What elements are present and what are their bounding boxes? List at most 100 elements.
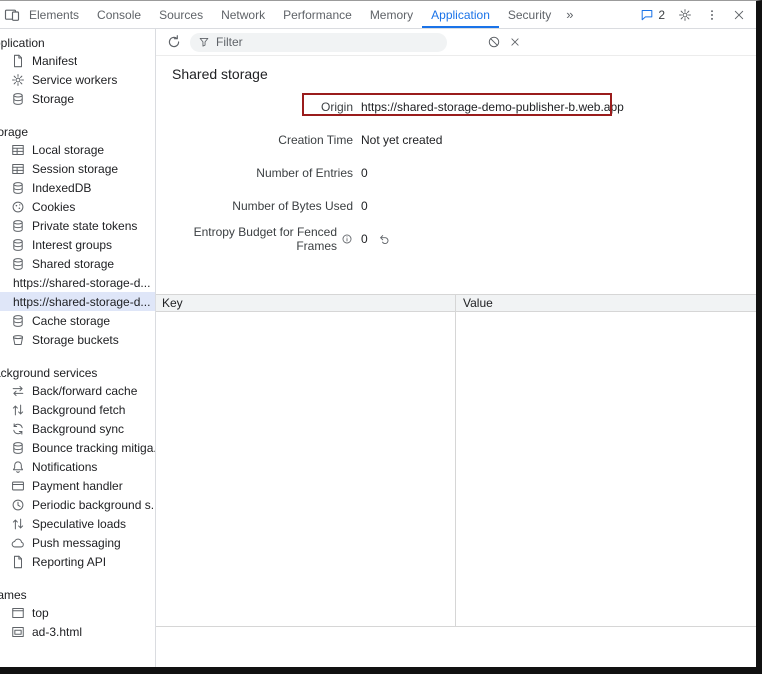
speculative-loads-icon: [11, 517, 25, 531]
sidebar-item-private-state-tokens[interactable]: Private state tokens: [0, 216, 155, 235]
sidebar-item-interest-groups[interactable]: Interest groups: [0, 235, 155, 254]
sidebar-item-label: Reporting API: [32, 555, 106, 569]
application-sidebar: Application Manifest Service workers Sto…: [0, 29, 156, 667]
shared-storage-icon: [11, 257, 25, 271]
tab-sources[interactable]: Sources: [150, 1, 212, 28]
tab-console[interactable]: Console: [88, 1, 150, 28]
background-sync-icon: [11, 422, 25, 436]
tab-application[interactable]: Application: [422, 1, 499, 28]
metadata-report: Origin https://shared-storage-demo-publi…: [156, 97, 756, 249]
sidebar-item-bounce-tracking[interactable]: Bounce tracking mitiga...: [0, 438, 155, 457]
tab-elements[interactable]: Elements: [20, 1, 88, 28]
sidebar-item-label: Speculative loads: [32, 517, 126, 531]
sidebar-item-local-storage[interactable]: Local storage: [0, 140, 155, 159]
section-frames: Frames top ad-3.html: [0, 587, 155, 641]
sidebar-item-label: top: [32, 606, 49, 620]
sidebar-item-shared-storage-origin-a[interactable]: https://shared-storage-d...: [0, 273, 155, 292]
sidebar-item-label: Session storage: [32, 162, 118, 176]
sidebar-item-payment-handler[interactable]: Payment handler: [0, 476, 155, 495]
reset-budget-icon[interactable]: [378, 233, 391, 246]
reporting-api-document-icon: [11, 555, 25, 569]
payment-handler-card-icon: [11, 479, 25, 493]
issues-count: 2: [658, 8, 665, 22]
iframe-icon: [11, 625, 25, 639]
sidebar-item-background-fetch[interactable]: Background fetch: [0, 400, 155, 419]
sidebar-item-reporting-api[interactable]: Reporting API: [0, 552, 155, 571]
metadata-label: Number of Entries: [156, 166, 353, 180]
tab-security[interactable]: Security: [499, 1, 560, 28]
filter-box[interactable]: [190, 33, 447, 52]
sidebar-item-storage[interactable]: Storage: [0, 89, 155, 108]
panel-tabs: Elements Console Sources Network Perform…: [20, 1, 579, 28]
sidebar-item-notifications[interactable]: Notifications: [0, 457, 155, 476]
sidebar-item-periodic-background-sync[interactable]: Periodic background s...: [0, 495, 155, 514]
sidebar-item-label: https://shared-storage-d...: [13, 295, 150, 309]
column-divider: [455, 312, 456, 626]
tab-memory[interactable]: Memory: [361, 1, 422, 28]
interest-groups-icon: [11, 238, 25, 252]
filter-funnel-icon: [198, 36, 210, 48]
sidebar-item-session-storage[interactable]: Session storage: [0, 159, 155, 178]
metadata-row-creation-time: Creation Time Not yet created: [156, 130, 756, 150]
sidebar-item-label: Notifications: [32, 460, 97, 474]
entropy-budget-label-text: Entropy Budget for Fenced Frames: [156, 225, 337, 253]
sidebar-item-label: Local storage: [32, 143, 104, 157]
sidebar-item-speculative-loads[interactable]: Speculative loads: [0, 514, 155, 533]
sidebar-item-cache-storage[interactable]: Cache storage: [0, 311, 155, 330]
sidebar-item-storage-buckets[interactable]: Storage buckets: [0, 330, 155, 349]
filter-input[interactable]: [216, 35, 416, 49]
bounce-tracking-icon: [11, 441, 25, 455]
local-storage-table-icon: [11, 143, 25, 157]
toggle-device-toolbar-icon[interactable]: [4, 7, 20, 23]
service-workers-gear-icon: [11, 73, 25, 87]
section-storage: Storage Local storage Session storage In…: [0, 124, 155, 349]
tab-performance[interactable]: Performance: [274, 1, 361, 28]
clear-all-icon[interactable]: [487, 35, 501, 49]
key-value-table: Key Value: [156, 294, 756, 627]
more-tabs-button[interactable]: »: [560, 1, 579, 28]
devtools-window: Elements Console Sources Network Perform…: [0, 0, 762, 674]
sidebar-item-service-workers[interactable]: Service workers: [0, 70, 155, 89]
sidebar-item-cookies[interactable]: Cookies: [0, 197, 155, 216]
number-of-entries-value: 0: [361, 166, 368, 180]
metadata-label: Origin: [156, 100, 353, 114]
tab-network[interactable]: Network: [212, 1, 274, 28]
metadata-row-entropy-budget: Entropy Budget for Fenced Frames 0: [156, 229, 756, 249]
sidebar-item-push-messaging[interactable]: Push messaging: [0, 533, 155, 552]
sidebar-item-label: Cache storage: [32, 314, 110, 328]
devtools-tabbar: Elements Console Sources Network Perform…: [0, 1, 756, 29]
sidebar-item-frame-ad3[interactable]: ad-3.html: [0, 622, 155, 641]
sidebar-item-shared-storage-origin-b-selected[interactable]: https://shared-storage-d...: [0, 292, 155, 311]
background-fetch-icon: [11, 403, 25, 417]
sidebar-item-manifest[interactable]: Manifest: [0, 51, 155, 70]
close-devtools-icon[interactable]: [732, 8, 746, 22]
delete-selected-icon[interactable]: [509, 36, 521, 48]
sidebar-item-background-sync[interactable]: Background sync: [0, 419, 155, 438]
indexeddb-database-icon: [11, 181, 25, 195]
refresh-icon[interactable]: [166, 34, 182, 50]
sidebar-item-label: Background sync: [32, 422, 124, 436]
sidebar-item-label: IndexedDB: [32, 181, 91, 195]
sidebar-item-back-forward-cache[interactable]: Back/forward cache: [0, 381, 155, 400]
shared-storage-panel: Shared storage Origin https://shared-sto…: [156, 29, 756, 667]
metadata-row-origin: Origin https://shared-storage-demo-publi…: [156, 97, 756, 117]
column-header-value[interactable]: Value: [456, 295, 493, 311]
sidebar-item-shared-storage[interactable]: Shared storage: [0, 254, 155, 273]
settings-gear-icon[interactable]: [678, 8, 692, 22]
section-title-storage: Storage: [0, 124, 141, 140]
periodic-background-sync-clock-icon: [11, 498, 25, 512]
section-background-services: Background services Back/forward cache B…: [0, 365, 155, 571]
sidebar-item-label: Back/forward cache: [32, 384, 137, 398]
kebab-menu-icon[interactable]: [705, 8, 719, 22]
sidebar-item-indexeddb[interactable]: IndexedDB: [0, 178, 155, 197]
messages-bubble-icon: [640, 8, 654, 22]
issues-indicator[interactable]: 2: [640, 8, 665, 22]
sidebar-item-label: Service workers: [32, 73, 117, 87]
column-header-key[interactable]: Key: [156, 295, 456, 311]
info-icon[interactable]: [341, 233, 353, 245]
sidebar-item-label: Storage buckets: [32, 333, 119, 347]
sidebar-item-frame-top[interactable]: top: [0, 603, 155, 622]
cache-storage-icon: [11, 314, 25, 328]
sidebar-item-label: ad-3.html: [32, 625, 82, 639]
metadata-label: Entropy Budget for Fenced Frames: [156, 225, 353, 253]
